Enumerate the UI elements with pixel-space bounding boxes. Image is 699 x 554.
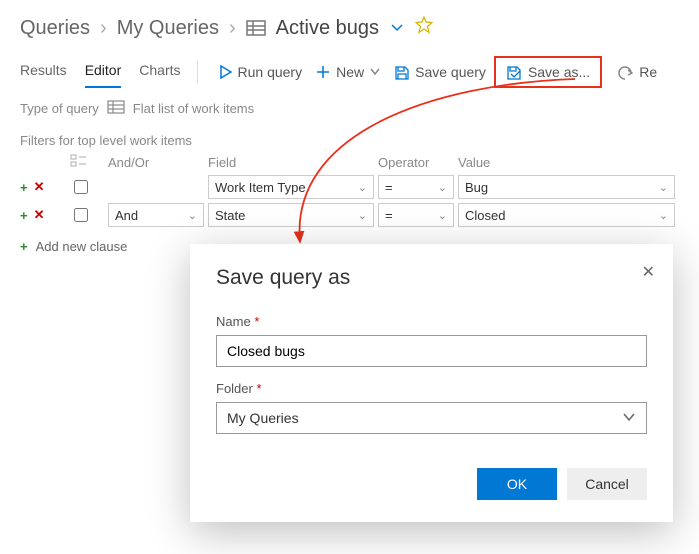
head-field: Field	[208, 155, 378, 170]
value-value: Bug	[465, 180, 488, 195]
value-value: Closed	[465, 208, 505, 223]
cancel-button[interactable]: Cancel	[567, 468, 647, 500]
filter-row: + ✕ Work Item Type ⌄ = ⌄ Bug ⌄	[20, 173, 679, 201]
head-value: Value	[458, 155, 679, 170]
field-select[interactable]: State ⌄	[208, 203, 374, 227]
value-select[interactable]: Bug ⌄	[458, 175, 675, 199]
chevron-down-icon: ⌄	[358, 181, 367, 194]
play-icon	[220, 65, 232, 79]
breadcrumb-mid[interactable]: My Queries	[117, 17, 219, 40]
toolbar: Results Editor Charts Run query New Save…	[0, 48, 699, 88]
grid-header: And/Or Field Operator Value	[20, 152, 679, 173]
chevron-right-icon: ›	[100, 17, 107, 40]
ok-button[interactable]: OK	[477, 468, 557, 500]
undo-button[interactable]: Re	[612, 60, 663, 84]
head-operator: Operator	[378, 155, 458, 170]
folder-label: Folder *	[216, 381, 647, 396]
chevron-down-icon: ⌄	[358, 209, 367, 222]
field-select[interactable]: Work Item Type ⌄	[208, 175, 374, 199]
name-input[interactable]	[216, 335, 647, 367]
chevron-down-icon: ⌄	[659, 181, 668, 194]
run-query-label: Run query	[238, 64, 303, 80]
breadcrumb-root[interactable]: Queries	[20, 17, 90, 40]
add-clause-label: Add new clause	[36, 239, 128, 254]
close-icon[interactable]: ✕	[642, 262, 655, 282]
value-select[interactable]: Closed ⌄	[458, 203, 675, 227]
list-icon	[246, 17, 266, 40]
save-label: Save query	[415, 64, 486, 80]
operator-select[interactable]: = ⌄	[378, 203, 454, 227]
folder-select[interactable]: My Queries	[216, 402, 647, 434]
chevron-down-icon: ⌄	[438, 209, 447, 222]
andor-value: And	[115, 208, 138, 223]
filter-row: + ✕ And ⌄ State ⌄ = ⌄ Closed ⌄	[20, 201, 679, 229]
add-row-icon[interactable]: +	[20, 208, 28, 223]
save-as-button[interactable]: Save as...	[500, 60, 596, 84]
andor-select[interactable]: And ⌄	[108, 203, 204, 227]
checklist-icon	[70, 154, 108, 171]
row-checkbox[interactable]	[74, 180, 88, 194]
operator-select[interactable]: = ⌄	[378, 175, 454, 199]
undo-icon	[618, 65, 633, 80]
flat-list-label: Flat list of work items	[133, 101, 254, 116]
name-label: Name *	[216, 314, 647, 329]
plus-icon	[316, 65, 330, 79]
chevron-down-icon: ⌄	[188, 209, 197, 222]
tabs: Results Editor Charts	[20, 56, 181, 88]
operator-value: =	[385, 208, 393, 223]
star-icon[interactable]	[415, 16, 433, 40]
save-query-button[interactable]: Save query	[388, 60, 492, 84]
plus-icon: +	[20, 239, 28, 254]
add-row-icon[interactable]: +	[20, 180, 28, 195]
field-value: State	[215, 208, 245, 223]
run-query-button[interactable]: Run query	[214, 60, 309, 84]
chevron-down-icon[interactable]	[391, 17, 403, 40]
row-checkbox[interactable]	[74, 208, 88, 222]
operator-value: =	[385, 180, 393, 195]
save-query-dialog: Save query as ✕ Name * Folder * My Queri…	[190, 244, 673, 522]
save-icon	[394, 65, 409, 80]
chevron-right-icon: ›	[229, 17, 236, 40]
remove-row-icon[interactable]: ✕	[34, 179, 45, 195]
type-of-query-label: Type of query	[20, 101, 99, 116]
flat-list-icon	[107, 100, 125, 117]
save-as-label: Save as...	[528, 64, 590, 80]
dialog-buttons: OK Cancel	[216, 468, 647, 500]
tab-charts[interactable]: Charts	[139, 56, 180, 88]
chevron-down-icon: ⌄	[438, 181, 447, 194]
divider	[197, 61, 198, 83]
new-button[interactable]: New	[310, 60, 386, 84]
tab-editor[interactable]: Editor	[85, 56, 122, 88]
query-type-row: Type of query Flat list of work items	[0, 88, 699, 123]
dialog-title: Save query as	[216, 266, 647, 290]
filters-title: Filters for top level work items	[0, 123, 699, 152]
undo-label: Re	[639, 64, 657, 80]
field-value: Work Item Type	[215, 180, 306, 195]
save-as-icon	[506, 65, 522, 80]
save-as-highlight: Save as...	[494, 56, 602, 88]
head-andor: And/Or	[108, 155, 208, 170]
chevron-down-icon: ⌄	[659, 209, 668, 222]
filters-grid: And/Or Field Operator Value + ✕ Work Ite…	[0, 152, 699, 229]
breadcrumb: Queries › My Queries › Active bugs	[0, 0, 699, 48]
chevron-down-icon	[622, 410, 636, 427]
folder-value: My Queries	[227, 410, 299, 426]
remove-row-icon[interactable]: ✕	[34, 207, 45, 223]
chevron-down-icon	[370, 67, 380, 77]
tab-results[interactable]: Results	[20, 56, 67, 88]
new-label: New	[336, 64, 364, 80]
breadcrumb-leaf[interactable]: Active bugs	[276, 17, 379, 40]
